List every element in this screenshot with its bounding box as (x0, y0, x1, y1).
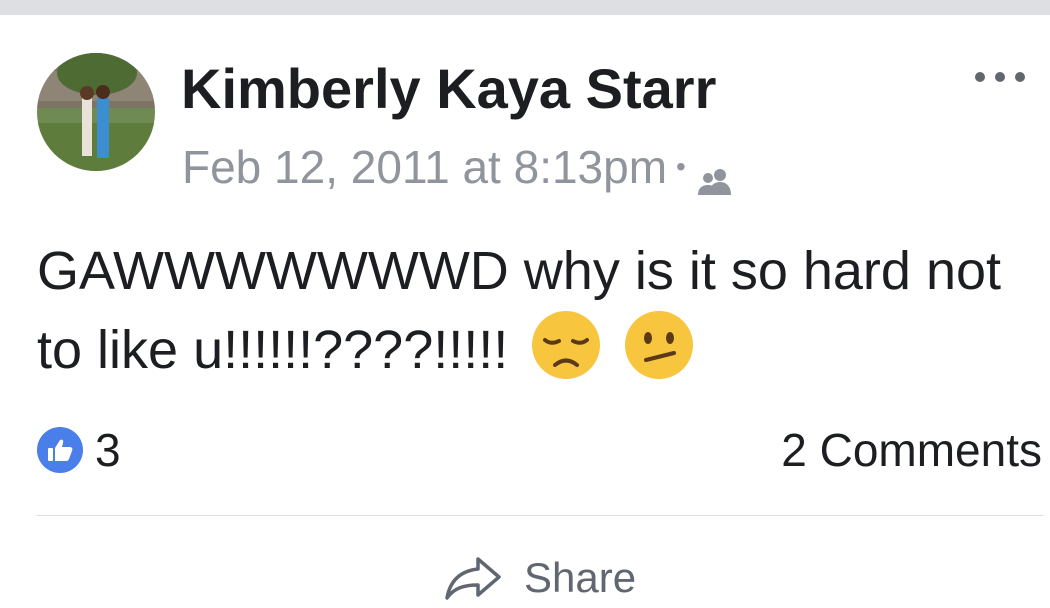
like-count: 3 (95, 424, 121, 476)
more-dot (1015, 72, 1025, 82)
more-dot (995, 72, 1005, 82)
friends-icon (697, 153, 733, 195)
comments-count-link[interactable]: 2 Comments (781, 422, 1042, 478)
share-button[interactable]: Share (444, 548, 636, 608)
post-author-name[interactable]: Kimberly Kaya Starr (181, 53, 716, 125)
post-meta: Feb 12, 2011 at 8:13pm • (182, 139, 733, 195)
share-label: Share (524, 554, 637, 601)
meta-separator: • (676, 151, 686, 182)
post-text: GAWWWWWWWD why is it so hard not to like… (37, 241, 1002, 380)
more-dot (975, 72, 985, 82)
reaction-summary[interactable]: 3 (37, 422, 121, 478)
share-arrow-icon (445, 557, 501, 600)
like-icon (37, 427, 83, 473)
top-separator-bar (0, 0, 1050, 15)
disappointed-face-icon (531, 310, 601, 380)
confused-face-icon (624, 310, 694, 380)
action-divider (37, 515, 1043, 516)
post-body: GAWWWWWWWD why is it so hard not to like… (37, 232, 1027, 389)
avatar[interactable] (37, 53, 155, 171)
more-options-icon[interactable] (975, 62, 1025, 92)
post-timestamp[interactable]: Feb 12, 2011 at 8:13pm (182, 140, 667, 194)
